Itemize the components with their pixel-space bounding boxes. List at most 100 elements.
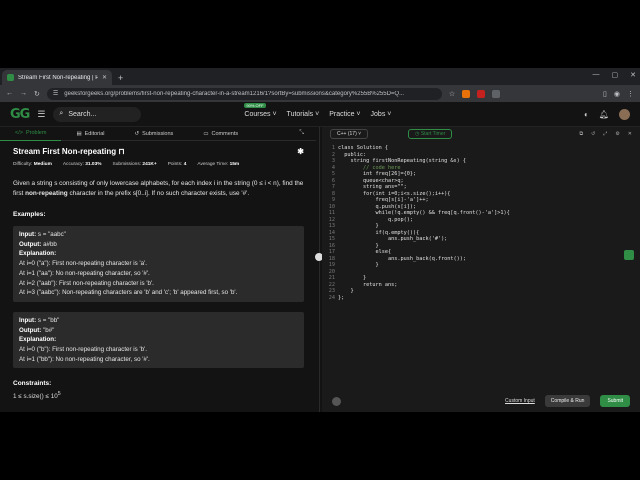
reload-icon[interactable]: ↻	[34, 90, 40, 98]
gfg-favicon-icon	[7, 74, 14, 81]
tab-comments[interactable]: ▭ Comments	[188, 127, 253, 141]
explanation-line: At i=1 ("bb"): No non-repeating characte…	[19, 355, 150, 363]
comment-icon: ▭	[203, 130, 209, 137]
close-icon[interactable]: ✕	[628, 131, 632, 137]
tab-editorial-label: Editorial	[84, 130, 105, 137]
profile-icon[interactable]: ◉	[614, 90, 620, 98]
code-text: }	[338, 262, 379, 268]
nav-courses-label: Courses	[244, 110, 271, 118]
maximize-icon[interactable]: ▢	[612, 71, 619, 79]
compile-run-button[interactable]: Compile & Run	[544, 395, 591, 407]
explanation-label: Explanation:	[19, 336, 57, 344]
constraint-text: 1 ≤ s.size() ≤ 10	[13, 393, 58, 401]
submissions-label: Submissions:	[112, 162, 142, 167]
tab-submissions-label: Submissions	[142, 130, 174, 137]
forward-icon[interactable]: →	[20, 90, 27, 97]
hamburger-icon[interactable]: ☰	[37, 109, 45, 120]
editor-actions: ⧉ ↺ ⤢ ⚙ ✕	[580, 131, 632, 137]
tab-problem-label: Problem	[25, 130, 47, 136]
history-icon: ↺	[134, 130, 140, 137]
code-editor[interactable]: 1 class Solution {2 public: 3 string first…	[322, 145, 640, 381]
points-label: Points:	[167, 162, 183, 167]
nav-tutorials-label: Tutorials	[286, 110, 314, 118]
description-part: character in the prefix s[0..i]. If no s…	[67, 190, 250, 197]
example-box: Input: s = "aabc" Output: a#bb Explanati…	[13, 226, 304, 302]
constraints-heading: Constraints:	[13, 380, 52, 388]
copy-icon[interactable]: ⧉	[580, 131, 584, 137]
browser-tab[interactable]: Stream First Non-repeating | Pr ✕	[2, 70, 112, 85]
explanation-line: At i=3 ("aabc"): Non-repeating character…	[19, 289, 238, 297]
time-value: 15m	[229, 162, 240, 167]
submit-button[interactable]: Submit	[600, 395, 630, 407]
search-placeholder: Search...	[68, 110, 97, 118]
close-window-icon[interactable]: ✕	[630, 71, 636, 79]
collapse-icon[interactable]: ⤡	[299, 130, 304, 137]
tab-editorial[interactable]: ▤ Editorial	[61, 127, 119, 141]
bookmark-icon[interactable]: ⊓	[118, 147, 124, 156]
new-tab-icon[interactable]: +	[118, 73, 123, 83]
user-avatar[interactable]	[619, 108, 630, 120]
tab-comments-label: Comments	[211, 130, 239, 137]
points-value: 4	[183, 162, 187, 167]
problem-content: Stream First Non-repeating ⊓ ✱ Difficult…	[0, 141, 316, 401]
tab-problem[interactable]: </> Problem	[0, 127, 62, 141]
problem-tabs: </> Problem ▤ Editorial ↺ Submissions ▭ Comm…	[0, 127, 316, 141]
problem-meta: Difficulty: Medium Accuracy: 31.03% Subm…	[13, 162, 304, 167]
nav-tutorials[interactable]: Tutorials ˅	[287, 111, 320, 118]
input-label: Input:	[19, 231, 37, 238]
editor-footer: Custom Input Compile & Run Submit	[322, 391, 640, 411]
example-input: s = "aabc"	[37, 231, 66, 238]
reset-icon[interactable]: ↺	[591, 131, 595, 137]
splitter-line	[319, 127, 320, 412]
fullscreen-icon[interactable]: ⤢	[603, 131, 607, 137]
window-controls: — ▢ ✕	[593, 71, 637, 79]
gfg-logo-icon[interactable]: GG	[10, 107, 30, 122]
constraint-exponent: 5	[57, 391, 61, 398]
line-number: 24	[328, 294, 335, 301]
explanation-line: At i=1 ("aa"): No non-repeating characte…	[19, 269, 150, 277]
star-icon[interactable]: ☆	[449, 90, 455, 98]
nav-jobs[interactable]: Jobs ˅	[371, 111, 392, 118]
code-line[interactable]: 24};	[322, 295, 640, 302]
nav-menu: 90% OFF Courses ˅ Tutorials ˅ Practice ˅…	[244, 102, 392, 118]
url-field[interactable]: ☰ geeksforgeeks.org/problems/first-non-r…	[46, 87, 442, 100]
notification-bell-icon[interactable]: 🔔︎	[599, 110, 609, 119]
site-header: GG ☰ ⌕ Search... 90% OFF Courses ˅ Tutor…	[0, 102, 640, 127]
description-bold: non-repeating	[25, 190, 68, 197]
timer-label: Start Timer	[420, 131, 446, 137]
back-icon[interactable]: ←	[6, 90, 13, 97]
search-icon: ⌕	[59, 110, 64, 117]
header-actions: ◐ 🔔︎	[584, 108, 630, 120]
extension-icon[interactable]	[477, 89, 486, 98]
chat-helper-icon[interactable]	[624, 250, 634, 260]
example-input: s = "bb"	[37, 316, 60, 324]
explanation-line: At i=0 ("a"): First non-repeating charac…	[19, 260, 147, 268]
nav-courses[interactable]: 90% OFF Courses ˅	[244, 102, 277, 118]
settings-icon[interactable]: ⚙	[615, 131, 619, 137]
editor-toolbar: C++ (17) ˅ ◷ Start Timer ⧉ ↺ ⤢ ⚙ ✕	[322, 127, 640, 141]
start-timer-button[interactable]: ◷ Start Timer	[408, 129, 453, 139]
custom-input-toggle[interactable]: Custom Input	[505, 398, 535, 404]
difficulty-label: Difficulty:	[13, 162, 33, 167]
theme-toggle-icon[interactable]: ◐	[584, 110, 589, 119]
extension-icon[interactable]	[462, 89, 471, 98]
language-select[interactable]: C++ (17) ˅	[330, 129, 369, 139]
minimize-icon[interactable]: —	[593, 71, 600, 79]
problem-panel: </> Problem ▤ Editorial ↺ Submissions ▭ Comm…	[0, 127, 316, 412]
lightbulb-icon[interactable]	[332, 396, 341, 406]
submissions-value: 241K+	[142, 162, 157, 167]
menu-icon[interactable]: ⋮	[627, 90, 634, 98]
extension-icon[interactable]	[492, 89, 501, 98]
discount-badge: 90% OFF	[244, 102, 266, 108]
site-info-icon[interactable]: ☰	[53, 90, 58, 97]
sidebar-icon[interactable]: ▯	[603, 90, 607, 98]
input-label: Input:	[19, 316, 37, 324]
tab-submissions[interactable]: ↺ Submissions	[120, 127, 189, 141]
address-bar: ← → ↻ ☰ geeksforgeeks.org/problems/first…	[0, 85, 640, 102]
accuracy-value: 31.03%	[85, 162, 102, 167]
search-box[interactable]: ⌕ Search...	[53, 106, 142, 122]
report-bug-icon[interactable]: ✱	[297, 147, 304, 156]
close-tab-icon[interactable]: ✕	[102, 74, 107, 81]
example-output: a#bb	[43, 240, 57, 248]
nav-practice[interactable]: Practice ˅	[329, 111, 360, 118]
